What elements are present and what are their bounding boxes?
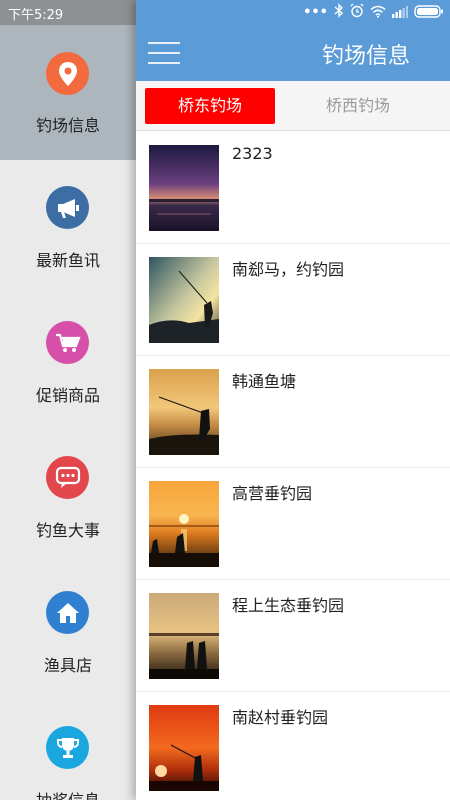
list-item[interactable]: 程上生态垂钓园 <box>136 580 450 692</box>
signal-icon <box>392 3 408 22</box>
drawer-item-lottery-info[interactable]: 抽奖信息 <box>0 700 136 800</box>
location-pin-icon <box>46 52 89 95</box>
drawer-item-fishing-events[interactable]: 钓鱼大事 <box>0 430 136 565</box>
spot-name: 程上生态垂钓园 <box>232 596 345 615</box>
battery-icon <box>414 3 444 22</box>
app-bar: 钓场信息 <box>136 25 450 81</box>
list-item[interactable]: 2323 <box>136 132 450 244</box>
megaphone-icon <box>46 186 89 229</box>
drawer-item-latest-fish-news[interactable]: 最新鱼讯 <box>0 160 136 295</box>
wifi-icon <box>370 3 386 22</box>
main-panel: ••• 钓场信息 桥东钓场 桥西钓场 2323 南郄马，约钓园 韩通鱼塘 高营垂… <box>136 0 450 800</box>
drawer-item-label: 渔具店 <box>43 656 92 675</box>
red-sunset-photo <box>149 705 219 791</box>
spot-name: 韩通鱼塘 <box>232 372 297 391</box>
list-item[interactable]: 韩通鱼塘 <box>136 356 450 468</box>
angler-silhouette-photo <box>149 257 219 343</box>
sunset-fishing-photo <box>149 369 219 455</box>
navigation-drawer: 下午5:29 钓场信息 最新鱼讯 促销商品 钓鱼大事 渔具店 <box>0 0 136 800</box>
drawer-item-label: 最新鱼讯 <box>35 251 100 270</box>
orange-sunset-photo <box>149 481 219 567</box>
dusk-lake-photo <box>149 145 219 231</box>
spot-name: 南郄马，约钓园 <box>232 260 345 279</box>
trophy-icon <box>46 726 89 769</box>
drawer-item-fishing-spots[interactable]: 钓场信息 <box>0 25 136 160</box>
couple-silhouette-photo <box>149 593 219 679</box>
list-item[interactable]: 南赵村垂钓园 <box>136 692 450 800</box>
alarm-clock-icon <box>350 3 364 22</box>
list-item[interactable]: 南郄马，约钓园 <box>136 244 450 356</box>
tab-qiaodong[interactable]: 桥东钓场 <box>145 88 275 124</box>
chat-bubble-icon <box>46 456 89 499</box>
tab-bar: 桥东钓场 桥西钓场 <box>136 81 450 131</box>
drawer-item-label: 钓场信息 <box>35 116 100 135</box>
status-bar: ••• <box>136 0 450 25</box>
spot-name: 南赵村垂钓园 <box>232 708 329 727</box>
drawer-status-bar: 下午5:29 <box>0 0 136 25</box>
drawer-item-label: 钓鱼大事 <box>35 521 100 540</box>
drawer-item-tackle-shop[interactable]: 渔具店 <box>0 565 136 700</box>
tab-qiaoxi[interactable]: 桥西钓场 <box>293 88 423 124</box>
drawer-item-label: 抽奖信息 <box>0 787 136 800</box>
bluetooth-icon <box>334 3 344 22</box>
menu-toggle-icon[interactable] <box>148 40 180 66</box>
status-icons: ••• <box>303 3 444 22</box>
spot-name: 高营垂钓园 <box>232 484 313 503</box>
fishing-spot-list: 2323 南郄马，约钓园 韩通鱼塘 高营垂钓园 程上生态垂钓园 南赵村垂钓园 <box>136 132 450 800</box>
status-time: 下午5:29 <box>8 8 64 23</box>
shopping-cart-icon <box>46 321 89 364</box>
more-dots-icon: ••• <box>303 5 328 20</box>
drawer-item-label: 促销商品 <box>35 386 100 405</box>
list-item[interactable]: 高营垂钓园 <box>136 468 450 580</box>
drawer-item-promotions[interactable]: 促销商品 <box>0 295 136 430</box>
spot-name: 2323 <box>232 144 273 163</box>
home-icon <box>46 591 89 634</box>
page-title: 钓场信息 <box>321 44 410 69</box>
